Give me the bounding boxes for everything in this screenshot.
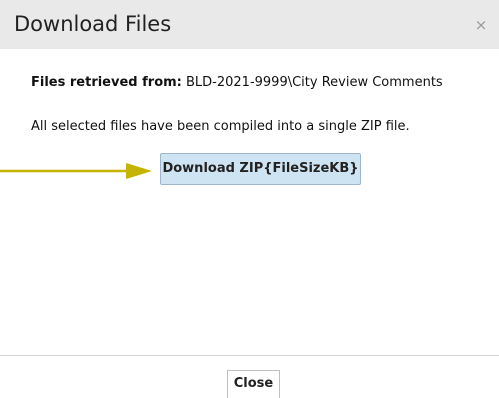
dialog-titlebar: Download Files × xyxy=(0,0,499,49)
arrow-right-icon xyxy=(0,163,152,179)
close-icon[interactable]: × xyxy=(473,17,489,33)
close-button[interactable]: Close xyxy=(227,370,280,398)
footer-divider xyxy=(0,355,499,356)
dialog-title: Download Files xyxy=(14,12,172,36)
compiled-message: All selected files have been compiled in… xyxy=(31,119,410,134)
download-files-dialog: Download Files × Files retrieved from: B… xyxy=(0,0,499,398)
download-zip-button[interactable]: Download ZIP{FileSizeKB} xyxy=(160,153,361,185)
files-retrieved-label: Files retrieved from: xyxy=(31,75,182,90)
files-retrieved-line: Files retrieved from: BLD-2021-9999\City… xyxy=(31,75,443,90)
files-retrieved-path: BLD-2021-9999\City Review Comments xyxy=(181,75,443,90)
